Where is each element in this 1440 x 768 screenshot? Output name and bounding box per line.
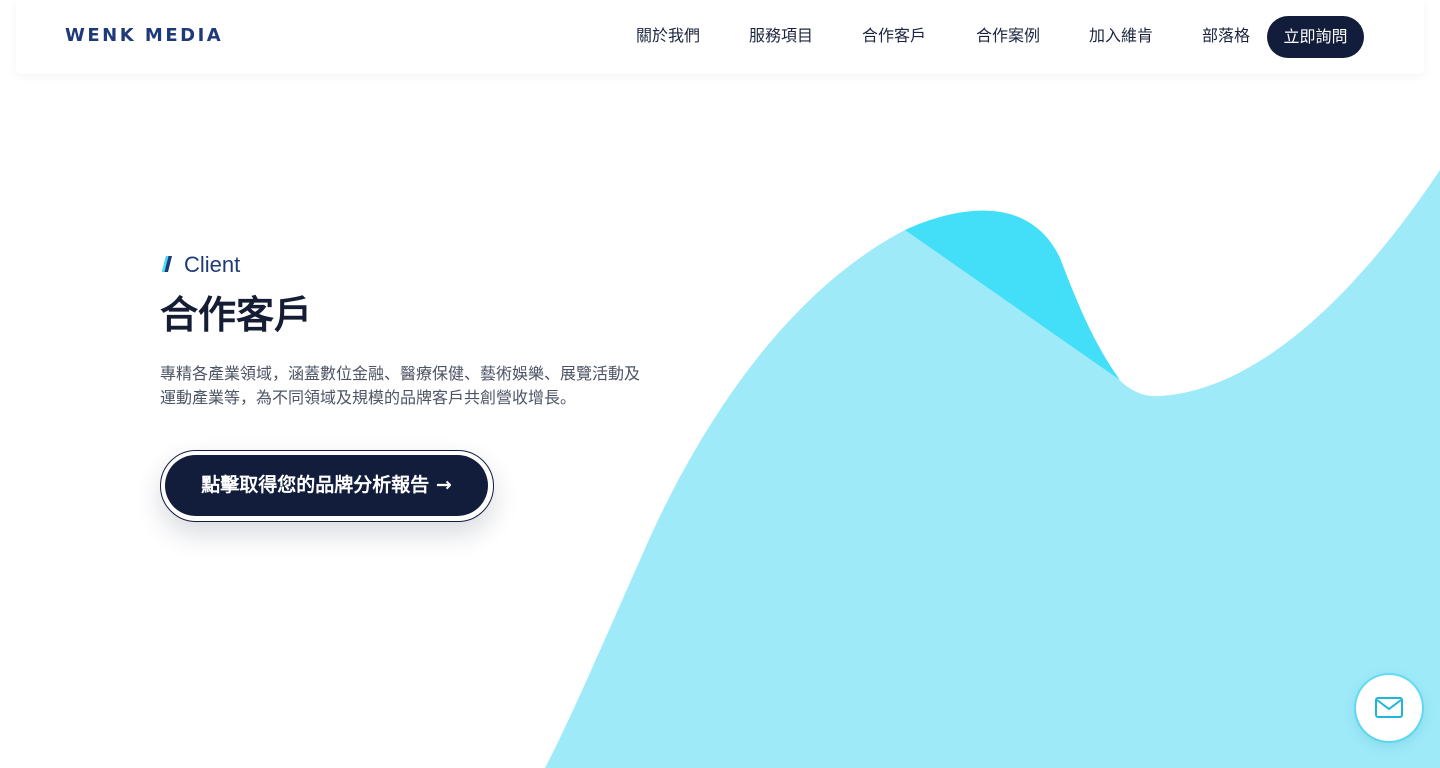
nav-item-clients[interactable]: 合作客戶 [862, 24, 926, 48]
nav-item-cases[interactable]: 合作案例 [976, 24, 1040, 48]
brand-report-button[interactable]: 點擊取得您的品牌分析報告 → [165, 455, 488, 516]
slash-mark-icon [162, 256, 172, 272]
inquire-button[interactable]: 立即詢問 [1267, 16, 1364, 58]
mail-icon [1375, 697, 1403, 718]
brand-logo[interactable]: WENK MEDIA [65, 25, 223, 47]
eyebrow-label: Client [184, 252, 241, 277]
nav-item-careers[interactable]: 加入維肯 [1089, 24, 1153, 48]
nav-item-blog[interactable]: 部落格 [1202, 24, 1250, 48]
page-title: 合作客戶 [160, 293, 313, 337]
page: WENK MEDIA 關於我們 服務項目 合作客戶 合作案例 加入維肯 部落格 … [0, 0, 1440, 768]
nav-item-services[interactable]: 服務項目 [749, 24, 813, 48]
contact-mail-button[interactable] [1356, 675, 1422, 741]
nav-item-about[interactable]: 關於我們 [636, 24, 700, 48]
hero-description: 專精各產業領域，涵蓋數位金融、醫療保健、藝術娛樂、展覽活動及運動產業等，為不同領… [160, 364, 641, 407]
report-button-outline: 點擊取得您的品牌分析報告 → [160, 450, 494, 522]
